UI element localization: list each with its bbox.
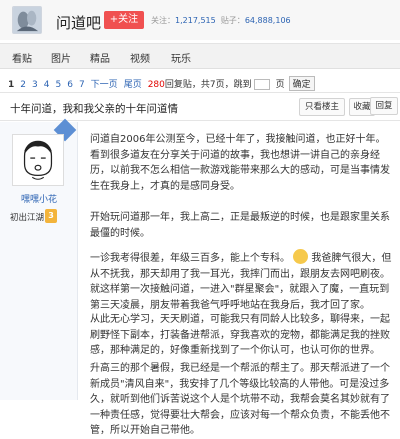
tab-posts[interactable]: 看贴 xyxy=(12,50,32,65)
page-jump-input[interactable] xyxy=(253,79,270,90)
only-author-button[interactable]: 只看楼主 xyxy=(299,98,345,116)
reply-count: 280 xyxy=(147,80,165,90)
thread-title-bar: 十年问道，我和我父亲的十年问道情 只看楼主 收藏 xyxy=(0,92,400,121)
page-7[interactable]: 7 xyxy=(79,80,85,90)
last-page-link[interactable]: 尾页 xyxy=(124,77,142,90)
next-page-link[interactable]: 下一页 xyxy=(91,77,118,90)
page-1[interactable]: 1 xyxy=(8,80,14,90)
posts-count-label: 贴子： xyxy=(220,16,245,25)
pagination: 1 2 3 4 5 6 7 下一页 尾页 280回复贴，共7页，跳到页确定 xyxy=(8,76,321,91)
forum-logo-image xyxy=(13,7,41,33)
avatar[interactable] xyxy=(12,134,64,186)
page-5[interactable]: 5 xyxy=(55,80,61,90)
page-unit: 页 xyxy=(275,80,285,90)
author-level-name: 初出江湖 xyxy=(10,213,45,223)
post-paragraph: 问道自2006年公测至今，已经十年了，我接触问道，也正好十年。看到很多道友在分享… xyxy=(90,134,390,192)
page-jump-confirm-button[interactable]: 确定 xyxy=(288,76,315,91)
page-3[interactable]: 3 xyxy=(32,80,38,90)
follow-button[interactable]: +关注 xyxy=(104,11,144,29)
forum-nav: 看贴 图片 精品 视频 玩乐 xyxy=(0,43,400,69)
emoji-icon xyxy=(293,249,309,264)
reply-button[interactable]: 回复 xyxy=(370,97,398,115)
forum-header: 问道吧 +关注 关注：1,217,515 贴子：64,888,106 xyxy=(0,0,400,40)
post-paragraph: 开始玩问道那一年，我上高二，正是最叛逆的时候，也是跟家里关系最僵的时候。 xyxy=(90,212,390,239)
thread-title: 十年问道，我和我父亲的十年问道情 xyxy=(10,103,178,115)
author-name[interactable]: 嘿嘿小花 xyxy=(0,192,78,205)
page-4[interactable]: 4 xyxy=(44,80,50,90)
forum-stats: 关注：1,217,515 贴子：64,888,106 xyxy=(151,15,291,26)
tab-fun[interactable]: 玩乐 xyxy=(171,50,191,65)
post-paragraph: 从此无心学习，天天刷道，可能我只有同龄人比较多，聊得来，一起刷野怪下副本，打装备… xyxy=(90,314,390,356)
post: 嘿嘿小花 初出江湖 3 问道自2006年公测至今，已经十年了，我接触问道，也正好… xyxy=(0,118,400,436)
avatar-image xyxy=(23,140,53,180)
author-panel: 嘿嘿小花 初出江湖 3 xyxy=(0,118,78,400)
post-paragraph-text: 一诊我考得很差，年级三百多，能上个专科。 xyxy=(90,253,290,264)
page-6[interactable]: 6 xyxy=(67,80,73,90)
forum-logo[interactable] xyxy=(12,6,42,34)
forum-title[interactable]: 问道吧 xyxy=(56,12,101,33)
post-paragraph: 一诊我考得很差，年级三百多，能上个专科。 我爸脾气很大，但从不抚我，那天却用了我… xyxy=(90,249,394,313)
page-2[interactable]: 2 xyxy=(20,80,26,90)
author-level-badge: 3 xyxy=(45,209,57,223)
follow-count: 1,217,515 xyxy=(175,16,216,25)
tab-featured[interactable]: 精品 xyxy=(90,50,110,65)
posts-count: 64,888,106 xyxy=(244,16,291,25)
page-jump-text: 页，跳到 xyxy=(215,80,252,90)
reply-text: 回复贴，共 xyxy=(164,80,210,90)
follow-count-label: 关注： xyxy=(151,16,175,25)
tab-videos[interactable]: 视频 xyxy=(130,50,150,65)
tab-images[interactable]: 图片 xyxy=(51,50,71,65)
